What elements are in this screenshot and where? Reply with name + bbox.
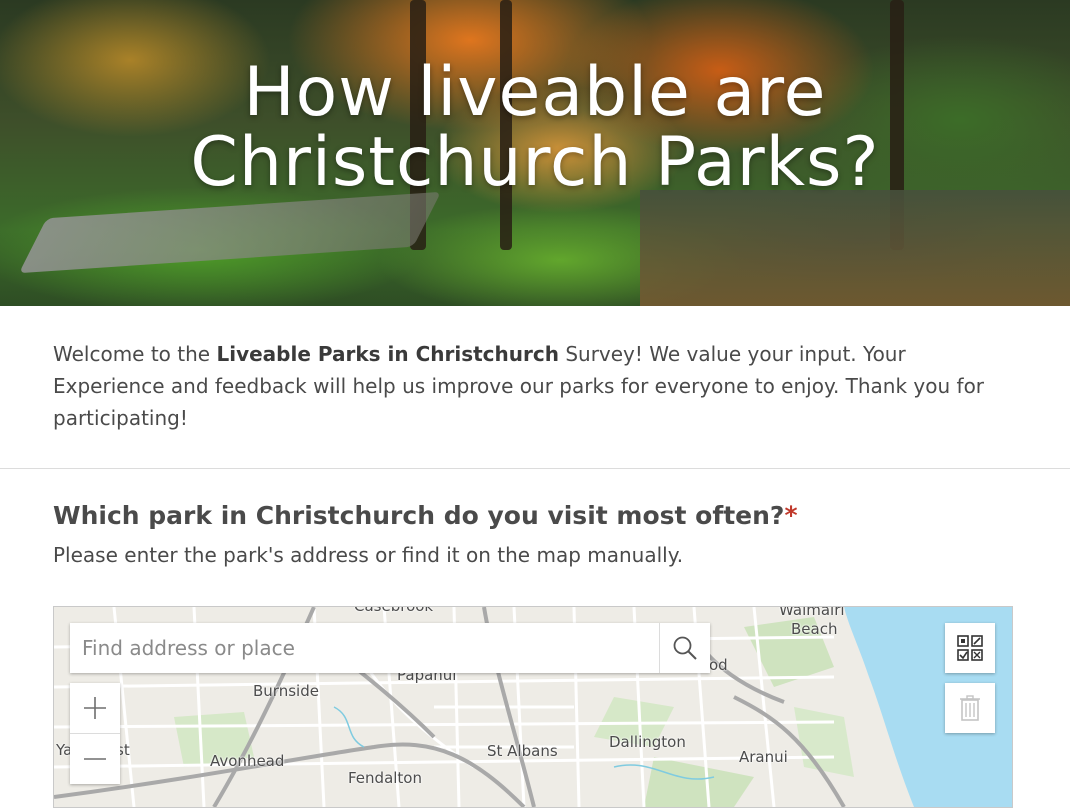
delete-point-button[interactable]	[945, 683, 995, 733]
minus-icon	[84, 758, 106, 760]
hero-title-line1: How liveable are	[243, 53, 827, 132]
park-path	[18, 191, 442, 274]
river	[640, 190, 1070, 306]
required-marker: *	[784, 501, 798, 530]
hero-title-line2: Christchurch Parks?	[190, 123, 880, 202]
zoom-out-button[interactable]	[70, 733, 120, 784]
qr-code-icon	[957, 635, 983, 661]
zoom-controls	[70, 683, 120, 784]
map-search-box	[70, 623, 710, 673]
zoom-in-button[interactable]	[70, 683, 120, 733]
intro-section: Welcome to the Liveable Parks in Christc…	[0, 306, 1070, 469]
map-label-avonhead: Avonhead	[210, 752, 285, 770]
map-label-fendalton: Fendalton	[348, 769, 422, 787]
search-button[interactable]	[659, 623, 710, 673]
intro-text-start: Welcome to the	[53, 342, 217, 366]
plus-icon	[84, 697, 106, 719]
address-search-input[interactable]	[70, 623, 659, 673]
question-section: Which park in Christchurch do you visit …	[0, 469, 1070, 569]
map-label-beach: Beach	[791, 620, 838, 638]
map-label-st-albans: St Albans	[487, 742, 558, 760]
question-title-text: Which park in Christchurch do you visit …	[53, 501, 785, 530]
hero-banner: How liveable are Christchurch Parks?	[0, 0, 1070, 306]
map-label-aranui: Aranui	[739, 748, 788, 766]
question-title: Which park in Christchurch do you visit …	[53, 499, 1017, 533]
search-icon	[673, 636, 697, 660]
map-label-casebrook: Casebrook	[354, 606, 434, 615]
map-label-dallington: Dallington	[609, 733, 686, 751]
map-view[interactable]: Casebrook Waimairi Beach Papanui od Burn…	[53, 606, 1013, 808]
survey-name: Liveable Parks in Christchurch	[216, 342, 559, 366]
hero-title: How liveable are Christchurch Parks?	[0, 58, 1070, 198]
trash-icon	[960, 695, 980, 721]
intro-text: Welcome to the Liveable Parks in Christc…	[53, 338, 1017, 434]
map-label-burnside: Burnside	[253, 682, 319, 700]
map-label-waimairi: Waimairi	[779, 606, 845, 619]
qr-scan-button[interactable]	[945, 623, 995, 673]
map-label-wood: od	[709, 656, 728, 674]
question-description: Please enter the park's address or find …	[53, 543, 684, 567]
